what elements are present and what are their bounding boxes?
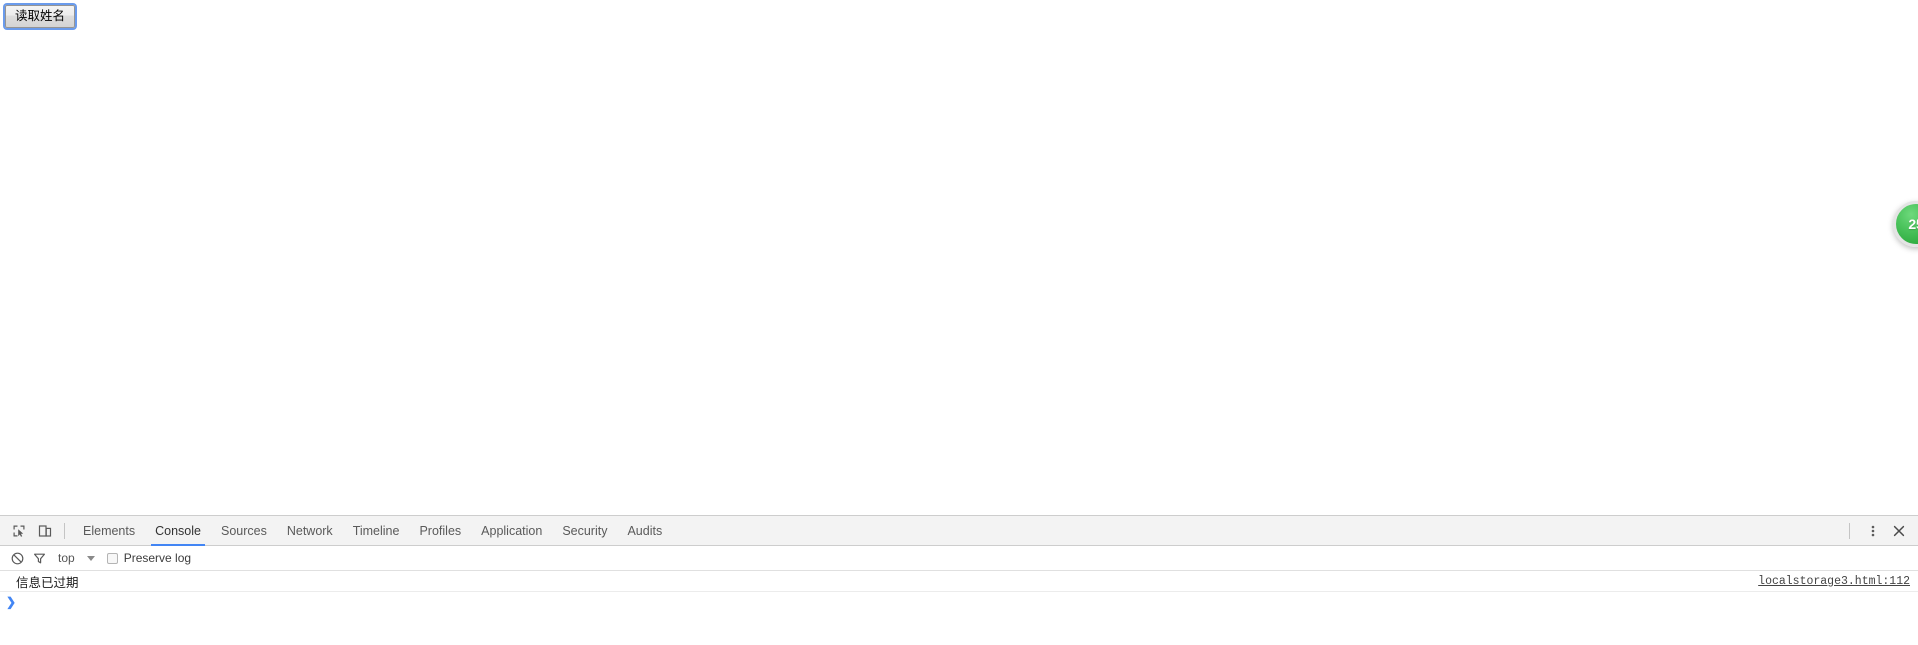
inspect-element-icon[interactable] — [6, 519, 32, 543]
device-toolbar-icon[interactable] — [32, 519, 58, 543]
tab-elements[interactable]: Elements — [73, 516, 145, 546]
clear-console-icon[interactable] — [6, 547, 28, 569]
console-message-row[interactable]: 信息已过期 localstorage3.html:112 — [0, 571, 1918, 592]
chevron-down-icon — [86, 555, 95, 561]
preserve-log-checkbox[interactable] — [106, 552, 118, 564]
console-filterbar: top Preserve log — [0, 546, 1918, 571]
floating-count-badge-label: 25 — [1908, 216, 1918, 232]
tab-sources[interactable]: Sources — [211, 516, 277, 546]
console-message-text: 信息已过期 — [16, 575, 79, 590]
floating-count-badge[interactable]: 25 — [1893, 201, 1918, 247]
devtools-tabbar-right — [1847, 519, 1912, 543]
console-context-select[interactable]: top — [54, 551, 101, 565]
console-prompt-input[interactable] — [16, 592, 1918, 612]
tab-security[interactable]: Security — [552, 516, 617, 546]
devtools-tab-list: Elements Console Sources Network Timelin… — [73, 516, 672, 546]
tab-application[interactable]: Application — [471, 516, 552, 546]
tab-profiles[interactable]: Profiles — [409, 516, 471, 546]
console-message-list: 信息已过期 localstorage3.html:112 — [0, 571, 1918, 592]
tab-timeline[interactable]: Timeline — [343, 516, 410, 546]
preserve-log-toggle[interactable]: Preserve log — [106, 551, 192, 565]
console-prompt[interactable]: ❯ — [0, 592, 1918, 612]
preserve-log-label: Preserve log — [123, 551, 192, 565]
read-name-button[interactable]: 读取姓名 — [5, 5, 75, 28]
filter-icon[interactable] — [28, 547, 50, 569]
console-context-label: top — [58, 551, 75, 565]
close-icon[interactable] — [1886, 519, 1912, 543]
tab-audits[interactable]: Audits — [617, 516, 672, 546]
page-viewport: 读取姓名 25 — [0, 0, 1918, 515]
tab-console[interactable]: Console — [145, 516, 211, 546]
console-source-link[interactable]: localstorage3.html:112 — [1758, 575, 1910, 588]
toolbar-right-divider — [1849, 522, 1850, 539]
tab-network[interactable]: Network — [277, 516, 343, 546]
toolbar-divider — [64, 522, 65, 539]
prompt-chevron-icon: ❯ — [6, 595, 17, 609]
devtools-panel: Elements Console Sources Network Timelin… — [0, 515, 1918, 645]
kebab-menu-icon[interactable] — [1860, 519, 1886, 543]
browser-screen: 读取姓名 25 — [0, 0, 1918, 645]
devtools-tabbar: Elements Console Sources Network Timelin… — [0, 516, 1918, 546]
